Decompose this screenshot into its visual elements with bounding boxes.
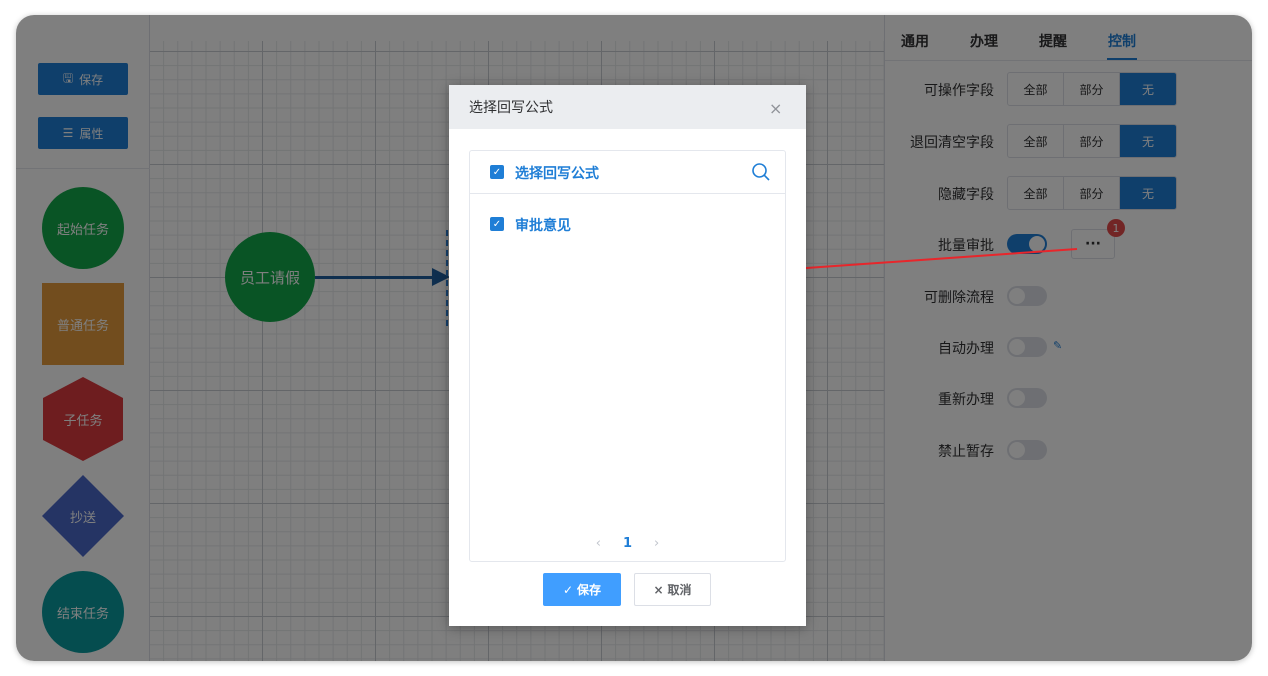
dialog-cancel-label: 取消 bbox=[667, 583, 692, 597]
close-icon[interactable]: × bbox=[769, 99, 782, 118]
page-number[interactable]: 1 bbox=[623, 536, 632, 551]
formula-list: ✓ 选择回写公式 ✓ 审批意见 ‹ 1 › bbox=[469, 150, 786, 562]
item-checkbox[interactable]: ✓ bbox=[490, 217, 504, 231]
close-icon: × bbox=[653, 582, 664, 597]
list-header: ✓ 选择回写公式 bbox=[470, 151, 785, 194]
pagination: ‹ 1 › bbox=[470, 533, 785, 553]
list-header-title: 选择回写公式 bbox=[515, 166, 599, 182]
prev-page-icon[interactable]: ‹ bbox=[596, 536, 601, 551]
next-page-icon[interactable]: › bbox=[654, 536, 659, 551]
dialog-cancel-button[interactable]: × 取消 bbox=[634, 573, 711, 606]
dialog-title: 选择回写公式 bbox=[469, 100, 553, 116]
formula-dialog: 选择回写公式 × ✓ 选择回写公式 ✓ 审批意见 ‹ 1 › ✓ 保存 × 取消 bbox=[449, 85, 806, 626]
select-all-checkbox[interactable]: ✓ bbox=[490, 165, 504, 179]
dialog-footer: ✓ 保存 × 取消 bbox=[449, 573, 806, 607]
dialog-save-label: 保存 bbox=[577, 583, 602, 597]
list-item[interactable]: 审批意见 bbox=[515, 215, 571, 235]
check-icon: ✓ bbox=[562, 582, 574, 597]
dialog-header: 选择回写公式 × bbox=[449, 85, 806, 129]
dialog-save-button[interactable]: ✓ 保存 bbox=[543, 573, 621, 606]
search-icon[interactable] bbox=[750, 161, 772, 183]
